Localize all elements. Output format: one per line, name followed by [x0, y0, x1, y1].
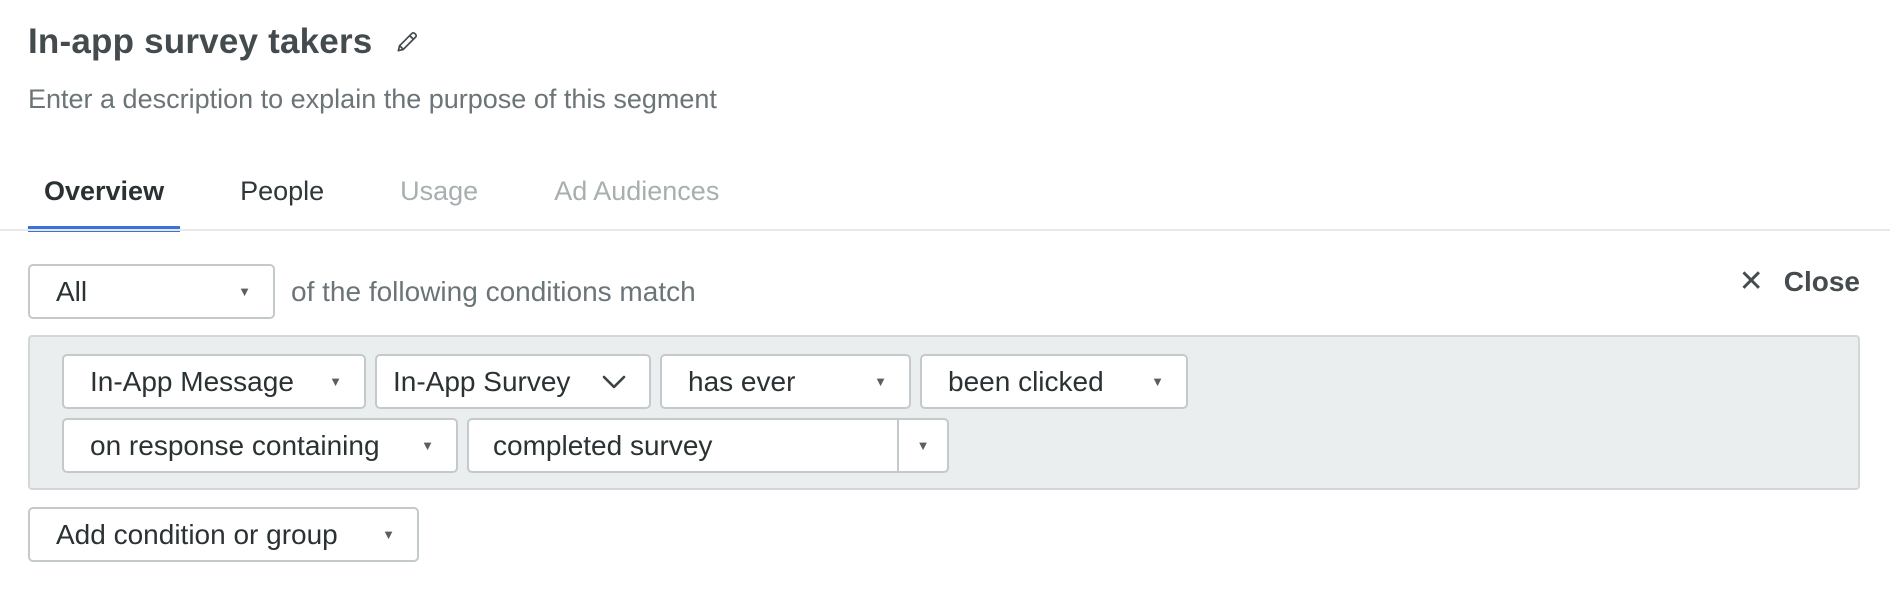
- condition-row: In-App Message ▼ In-App Survey has ever …: [62, 354, 1197, 409]
- close-label: Close: [1783, 265, 1860, 297]
- close-icon: ✕: [1738, 265, 1764, 298]
- condition-subtype-value: In-App Survey: [393, 365, 571, 397]
- segment-title: In-app survey takers: [28, 22, 373, 61]
- tab-divider: [0, 229, 1890, 231]
- add-condition-row: Add condition or group ▼: [28, 507, 419, 562]
- tab-ad-audiences[interactable]: Ad Audiences: [538, 160, 735, 232]
- chevron-down-icon: [602, 375, 626, 388]
- segment-editor: In-app survey takers Enter a description…: [0, 0, 1890, 592]
- pencil-icon[interactable]: [394, 27, 424, 57]
- caret-down-icon: ▼: [874, 374, 887, 389]
- caret-down-icon: ▼: [421, 438, 434, 453]
- tab-usage[interactable]: Usage: [384, 160, 494, 232]
- add-condition-button[interactable]: Add condition or group ▼: [28, 507, 419, 562]
- condition-row: on response containing ▼ completed surve…: [62, 418, 949, 473]
- close-button[interactable]: ✕ Close: [1739, 264, 1860, 299]
- condition-type-value: In-App Message: [90, 365, 294, 397]
- segment-description[interactable]: Enter a description to explain the purpo…: [28, 84, 717, 115]
- response-value-input[interactable]: completed survey: [469, 420, 897, 471]
- match-row: All ▼ of the following conditions match: [28, 264, 696, 319]
- title-row: In-app survey takers: [28, 22, 424, 62]
- condition-subtype-select[interactable]: In-App Survey: [375, 354, 651, 409]
- response-value-combobox[interactable]: completed survey ▼: [467, 418, 949, 473]
- response-qualifier-value: on response containing: [90, 429, 380, 461]
- caret-down-icon: ▼: [1151, 374, 1164, 389]
- caret-down-icon: ▼: [382, 527, 395, 542]
- condition-frequency-select[interactable]: has ever ▼: [660, 354, 911, 409]
- tab-people[interactable]: People: [224, 160, 340, 232]
- match-description: of the following conditions match: [291, 275, 696, 307]
- condition-group: In-App Message ▼ In-App Survey has ever …: [28, 335, 1860, 490]
- tab-bar: Overview People Usage Ad Audiences: [28, 160, 779, 232]
- match-mode-value: All: [56, 275, 88, 307]
- condition-frequency-value: has ever: [688, 365, 796, 397]
- condition-action-select[interactable]: been clicked ▼: [920, 354, 1188, 409]
- condition-action-value: been clicked: [948, 365, 1104, 397]
- match-mode-select[interactable]: All ▼: [28, 264, 275, 319]
- caret-down-icon[interactable]: ▼: [897, 420, 947, 471]
- add-condition-label: Add condition or group: [56, 518, 338, 550]
- response-qualifier-select[interactable]: on response containing ▼: [62, 418, 458, 473]
- caret-down-icon: ▼: [329, 374, 342, 389]
- caret-down-icon: ▼: [238, 284, 251, 299]
- tab-overview[interactable]: Overview: [28, 160, 181, 232]
- condition-type-select[interactable]: In-App Message ▼: [62, 354, 366, 409]
